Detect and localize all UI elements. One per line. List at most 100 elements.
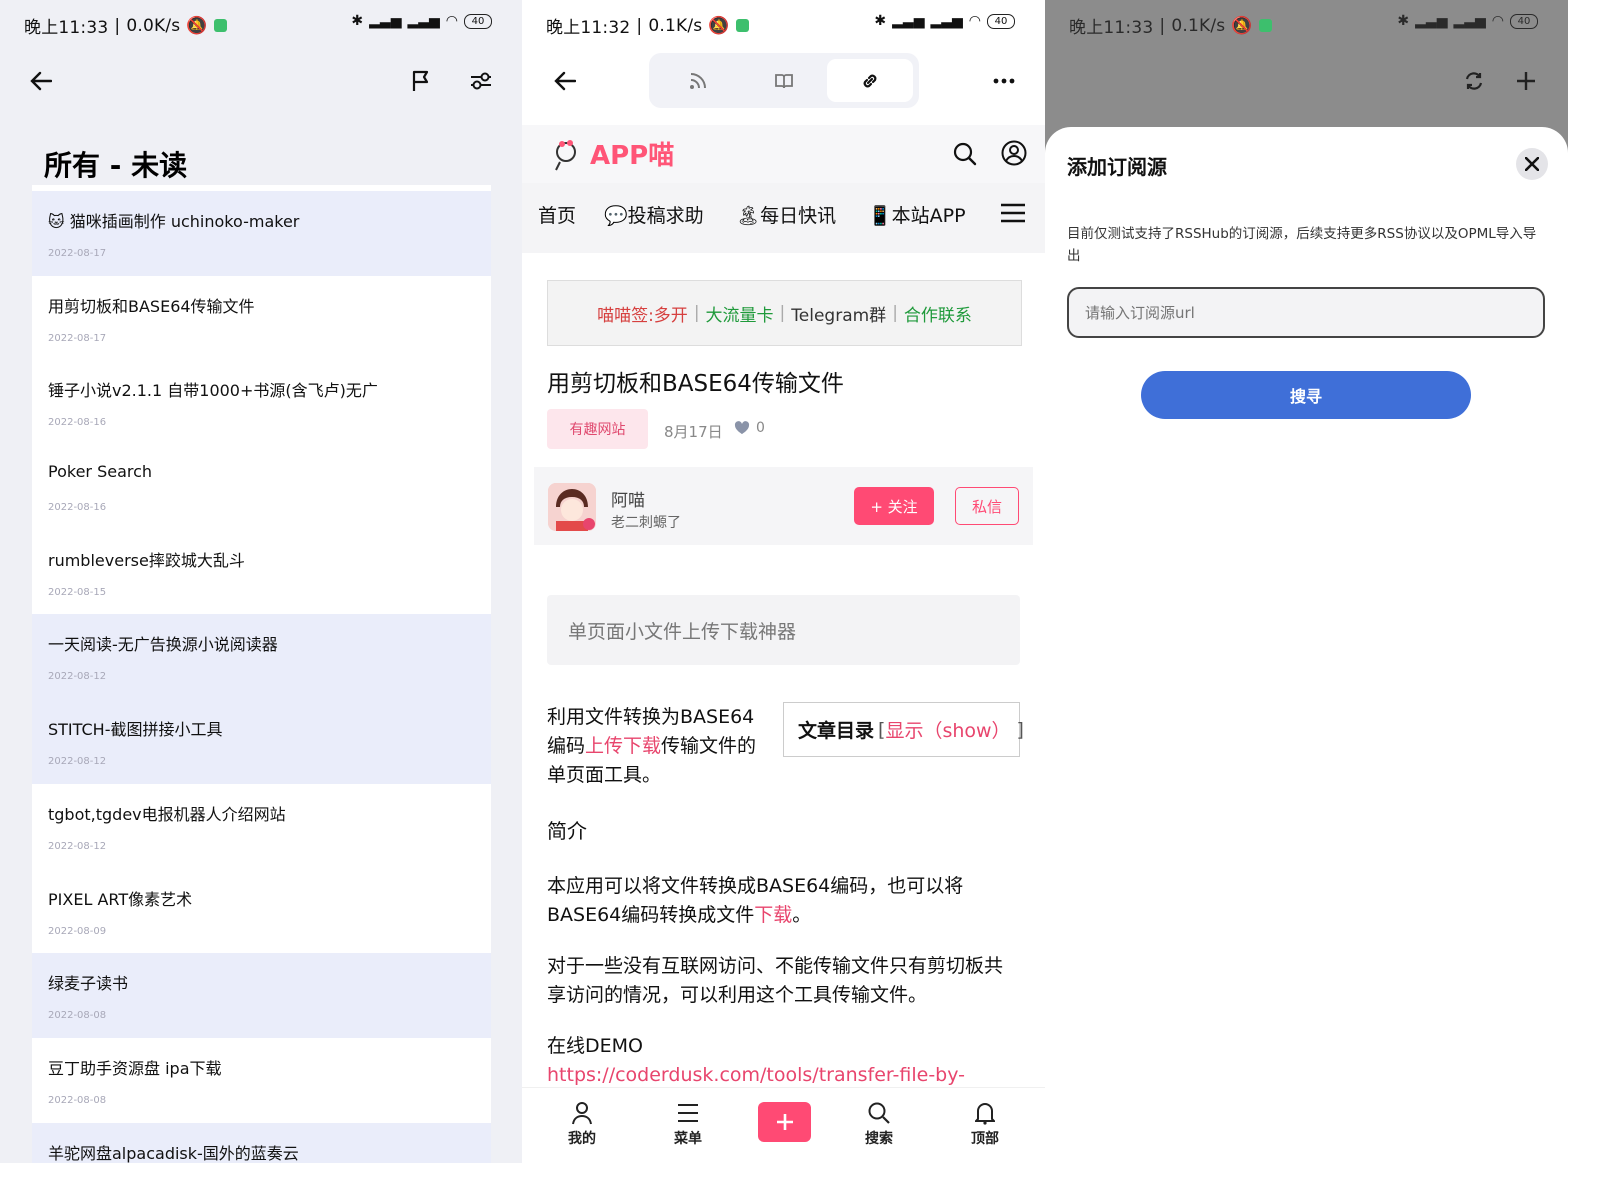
like-button[interactable]: 0 xyxy=(734,420,765,436)
site-logo[interactable]: APP喵 xyxy=(552,135,674,172)
view-mode-switcher xyxy=(649,53,919,108)
signal-icon: ▂▃▅ xyxy=(1415,13,1448,29)
list-item-title: 锤子小说v2.1.1 自带1000+书源(含飞卢)无广 xyxy=(48,381,378,401)
battery-icon: 40 xyxy=(464,13,492,29)
cat-paw-logo-icon xyxy=(555,139,576,170)
tab-web[interactable] xyxy=(827,59,913,102)
list-item-date: 2022-08-15 xyxy=(48,586,107,598)
unread-list-screen: 晚上11:33 | 0.0K/s 🔕 ✱ ▂▃▅ ▂▃▅ ◠ 40 所有 - 未… xyxy=(0,0,522,1163)
tab-reader[interactable] xyxy=(741,59,827,102)
nav-home[interactable]: 首页 xyxy=(538,201,576,228)
category-tag[interactable]: 有趣网站 xyxy=(547,409,648,449)
list-item-date: 2022-08-09 xyxy=(48,925,107,937)
list-item[interactable]: PIXEL ART像素艺术 2022-08-09 xyxy=(32,868,491,954)
status-bar: 晚上11:33 | 0.1K/s 🔕 ✱ ▂▃▅ ▂▃▅ ◠ 40 xyxy=(1045,0,1568,50)
list-item-title: 用剪切板和BASE64传输文件 xyxy=(48,296,255,316)
app-notification-icon xyxy=(213,19,227,32)
bluetooth-icon: ✱ xyxy=(1397,13,1410,29)
status-speed: 0.1K/s xyxy=(648,15,703,36)
list-item-title: STITCH-截图拼接小工具 xyxy=(48,720,223,740)
toc-bracket: [ xyxy=(878,718,886,741)
upload-download-link[interactable]: 上传下载 xyxy=(585,735,661,757)
hamburger-menu-icon[interactable] xyxy=(1000,203,1026,228)
add-post-button[interactable] xyxy=(758,1102,811,1142)
search-button[interactable]: 搜寻 xyxy=(1141,371,1471,419)
toc-toggle[interactable]: 显示（show） xyxy=(885,716,1010,743)
article-paragraph: 本应用可以将文件转换成BASE64编码，也可以将BASE64编码转换成文件下载。 xyxy=(547,875,964,926)
signal-icon: ▂▃▅ xyxy=(892,13,925,29)
search-icon[interactable] xyxy=(950,139,980,169)
filter-settings-icon[interactable] xyxy=(466,66,496,96)
nav-site-app[interactable]: 📱本站APP xyxy=(868,201,966,228)
close-button[interactable] xyxy=(1516,148,1548,180)
nav-daily-news[interactable]: 🏝每日快讯 xyxy=(736,201,836,228)
article-intro: 利用文件转换为BASE64编码上传下载传输文件的单页面工具。 xyxy=(547,706,757,786)
signal-icon: ▂▃▅ xyxy=(407,13,440,29)
tab-rss[interactable] xyxy=(655,59,741,102)
list-item[interactable]: 一天阅读-无广告换源小说阅读器 2022-08-12 xyxy=(32,614,491,700)
plus-icon[interactable] xyxy=(1511,66,1541,96)
status-time: 晚上11:32 xyxy=(546,18,631,38)
article-quote: 单页面小文件上传下载神器 xyxy=(547,595,1020,665)
flag-icon[interactable] xyxy=(406,66,436,96)
person-icon xyxy=(552,1098,612,1128)
bluetooth-icon: ✱ xyxy=(351,13,364,29)
like-count: 0 xyxy=(756,420,765,436)
list-item-date: 2022-08-12 xyxy=(48,671,107,683)
article-screen: 晚上11:32 | 0.1K/s 🔕 ✱ ▂▃▅ ▂▃▅ ◠ 40 APP喵 首… xyxy=(522,0,1045,1163)
back-arrow-icon[interactable] xyxy=(550,66,580,96)
list-item[interactable]: 绿麦子读书 2022-08-08 xyxy=(32,953,491,1038)
author-card: 阿喵 老二刺螈了 + 关注 私信 xyxy=(534,467,1033,545)
back-arrow-icon[interactable] xyxy=(26,66,56,96)
mute-icon: 🔕 xyxy=(708,15,730,36)
list-item[interactable]: 🐱 猫咪插画制作 uchinoko-maker 2022-08-17 xyxy=(32,191,491,276)
bottom-nav-top[interactable]: 顶部 xyxy=(955,1098,1015,1148)
app-phone-icon: 📱 xyxy=(868,205,892,227)
list-item-date: 2022-08-12 xyxy=(48,756,107,768)
bottom-nav-menu[interactable]: 菜单 xyxy=(658,1098,718,1148)
follow-button[interactable]: + 关注 xyxy=(854,487,934,525)
ad-link[interactable]: 大流量卡 xyxy=(706,301,774,326)
feed-url-input[interactable] xyxy=(1067,287,1545,338)
list-item[interactable]: 用剪切板和BASE64传输文件 2022-08-17 xyxy=(32,275,491,361)
add-feed-screen: 晚上11:33 | 0.1K/s 🔕 ✱ ▂▃▅ ▂▃▅ ◠ 40 添加订阅源 … xyxy=(1045,0,1568,1163)
refresh-icon[interactable] xyxy=(1459,66,1489,96)
user-account-icon[interactable] xyxy=(999,138,1029,168)
author-name[interactable]: 阿喵 xyxy=(611,486,645,511)
site-header: APP喵 xyxy=(522,125,1045,183)
list-item[interactable]: 锤子小说v2.1.1 自带1000+书源(含飞卢)无广 2022-08-16 xyxy=(32,360,491,446)
list-item[interactable]: Poker Search 2022-08-16 xyxy=(32,445,491,530)
bottom-nav-search[interactable]: 搜索 xyxy=(849,1098,909,1148)
list-item[interactable]: rumbleverse摔跤城大乱斗 2022-08-15 xyxy=(32,529,491,615)
app-notification-icon xyxy=(1258,19,1272,32)
ad-link[interactable]: 合作联系 xyxy=(904,301,972,326)
toc-bracket: ] xyxy=(1016,718,1024,741)
rss-icon xyxy=(690,72,706,89)
list-item-title: Poker Search xyxy=(48,462,153,482)
ad-separator: | xyxy=(779,303,786,323)
article-title: 用剪切板和BASE64传输文件 xyxy=(547,371,844,397)
heart-icon xyxy=(734,421,750,434)
list-item[interactable]: 豆丁助手资源盘 ipa下载 2022-08-08 xyxy=(32,1037,491,1123)
message-button[interactable]: 私信 xyxy=(955,487,1019,525)
list-item[interactable]: STITCH-截图拼接小工具 2022-08-12 xyxy=(32,699,491,784)
bottom-nav-mine[interactable]: 我的 xyxy=(552,1098,612,1148)
app-notification-icon xyxy=(735,19,749,32)
avatar[interactable] xyxy=(548,483,596,531)
search-icon xyxy=(849,1098,909,1128)
demo-url-link[interactable]: https://coderdusk.com/tools/transfer-fil… xyxy=(547,1061,1020,1088)
plus-icon xyxy=(776,1114,793,1130)
ad-link[interactable]: Telegram群 xyxy=(791,301,886,326)
status-speed: 0.0K/s xyxy=(126,15,181,36)
site-logo-text: APP喵 xyxy=(590,141,675,171)
download-link[interactable]: 下载 xyxy=(754,904,792,926)
page-title: 所有 - 未读 xyxy=(44,149,188,182)
list-item-date: 2022-08-12 xyxy=(48,840,107,852)
nav-submit[interactable]: 💬投稿求助 xyxy=(604,201,704,228)
list-item[interactable]: 羊驼网盘alpacadisk-国外的蓝奏云 xyxy=(32,1122,491,1163)
wifi-icon: ◠ xyxy=(1491,13,1504,29)
link-icon xyxy=(863,74,877,87)
more-icon[interactable] xyxy=(988,66,1020,96)
ad-link[interactable]: 喵喵签:多开 xyxy=(597,301,688,326)
list-item[interactable]: tgbot,tgdev电报机器人介绍网站 2022-08-12 xyxy=(32,783,491,869)
